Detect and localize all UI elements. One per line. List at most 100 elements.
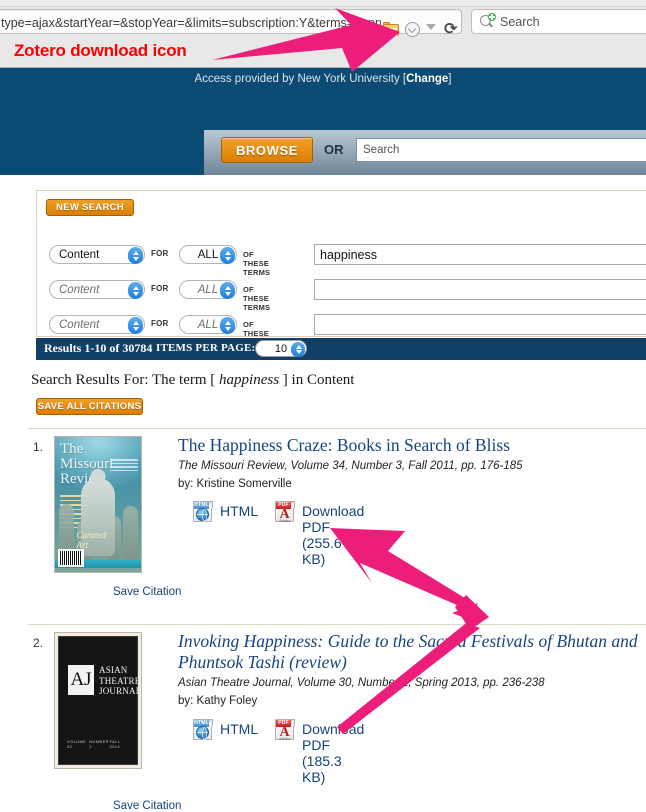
zotero-download-icon[interactable] <box>383 22 400 36</box>
results-heading-term: happiness <box>219 372 280 388</box>
save-citation-link[interactable]: Save Citation <box>113 586 181 598</box>
terms-label-2: OF THESE TERMS <box>243 285 271 312</box>
header-search-placeholder: Search <box>363 144 400 156</box>
match-select-2-value: ALL <box>197 284 219 296</box>
asian-theatre-journal-cover-art: AJ ASIAN THEATRE JOURNAL VOLUME 32 NUMBE… <box>55 633 141 768</box>
search-results-heading: Search Results For: The term [ happiness… <box>31 372 354 389</box>
field-select-1-stepper[interactable] <box>128 247 143 264</box>
result-citation: Asian Theatre Journal, Volume 30, Number… <box>178 677 545 689</box>
result-item: 2. AJ ASIAN THEATRE JOURNAL VOLUME 32 NU… <box>28 624 646 812</box>
term-input-2[interactable] <box>314 279 646 300</box>
reload-icon[interactable]: ⟳ <box>444 21 459 37</box>
advanced-search-panel: NEW SEARCH Content FOR ALL OF THESE TERM… <box>36 190 646 347</box>
items-per-page-value: 10 <box>274 343 288 355</box>
for-label-3: FOR <box>151 319 169 328</box>
field-select-2[interactable]: Content <box>49 280 145 299</box>
field-select-2-stepper[interactable] <box>128 282 143 299</box>
results-heading-prefix: Search Results For: The term [ <box>31 372 220 388</box>
missouri-review-cover-art: The Missouri Review Curated Art <box>55 437 141 572</box>
cover-monogram: AJ <box>68 665 94 695</box>
annotation-zotero-label: Zotero download icon <box>14 41 187 60</box>
match-select-3-value: ALL <box>197 319 219 331</box>
field-select-2-value: Content <box>59 284 100 296</box>
new-search-button[interactable]: NEW SEARCH <box>46 199 134 216</box>
zotero-folder-body <box>383 24 399 36</box>
items-per-page-label: ITEMS PER PAGE: <box>156 342 256 354</box>
results-bar: Results 1-10 of 30784 ITEMS PER PAGE: 10 <box>36 338 646 360</box>
result-author: by: Kathy Foley <box>178 695 258 707</box>
html-link[interactable]: HTML <box>220 721 258 737</box>
chevron-down-icon[interactable] <box>426 24 436 30</box>
result-number: 1. <box>33 440 44 454</box>
cover-sidelines <box>110 459 138 481</box>
field-select-3-value: Content <box>59 319 100 331</box>
match-select-2-stepper[interactable] <box>220 282 235 299</box>
field-select-3[interactable]: Content <box>49 315 145 334</box>
result-item: 1. The Missouri Review Curated Art The H… <box>28 428 646 624</box>
cover-barcode <box>58 549 84 567</box>
terms-label-1: OF THESE TERMS <box>243 250 271 277</box>
match-select-1-value: ALL <box>197 249 219 261</box>
browser-search-placeholder: Search <box>500 15 540 29</box>
results-heading-suffix: ] in Content <box>279 372 355 388</box>
match-select-3[interactable]: ALL <box>179 315 237 334</box>
header-search-input[interactable]: Search <box>356 138 646 162</box>
results-count: Results 1-10 of 30784 <box>44 341 153 355</box>
main-content: NEW SEARCH Content FOR ALL OF THESE TERM… <box>0 175 646 812</box>
html-link[interactable]: HTML <box>220 503 258 519</box>
cover-name-line-1: ASIAN <box>99 665 128 675</box>
download-pdf-link[interactable]: Download PDF (185.3 KB) <box>302 721 364 785</box>
cover-season: FALL 2014 <box>109 739 121 749</box>
items-per-page-select[interactable]: 10 <box>255 340 307 357</box>
for-label-2: FOR <box>151 284 169 293</box>
chrome-top-strip <box>0 0 646 7</box>
access-provided-text: Access provided by New York University [… <box>0 73 646 85</box>
field-select-1[interactable]: Content <box>49 245 145 264</box>
access-banner: Access provided by New York University [… <box>0 68 646 120</box>
html-file-icon[interactable]: HTML <box>192 499 214 523</box>
result-title-link[interactable]: The Happiness Craze: Books in Search of … <box>178 435 646 456</box>
result-number: 2. <box>33 636 44 650</box>
items-per-page-stepper[interactable] <box>291 342 305 357</box>
cover-number: NUMBER 2 <box>89 739 109 749</box>
address-bar-url: type=ajax&startYear=&stopYear=&limits=su… <box>1 16 381 30</box>
access-text-before: Access provided by New York University [ <box>194 73 407 85</box>
match-select-1-stepper[interactable] <box>220 247 235 264</box>
field-select-1-value: Content <box>59 249 100 261</box>
search-icon <box>480 13 496 29</box>
cover-name-line-3: JOURNAL <box>99 686 142 696</box>
journal-cover-thumbnail[interactable]: The Missouri Review Curated Art <box>54 436 142 573</box>
reader-mode-icon[interactable] <box>405 22 421 38</box>
save-all-citations-button[interactable]: SAVE ALL CITATIONS <box>36 398 143 415</box>
html-file-icon[interactable]: HTML <box>192 717 214 741</box>
pdf-file-icon[interactable]: PDF A Adobe <box>274 499 296 523</box>
for-label-1: FOR <box>151 249 169 258</box>
journal-cover-thumbnail[interactable]: AJ ASIAN THEATRE JOURNAL VOLUME 32 NUMBE… <box>54 632 142 769</box>
browser-search-field[interactable]: Search <box>471 9 646 34</box>
browse-button[interactable]: BROWSE <box>221 137 313 163</box>
cover-volume: VOLUME 32 <box>67 739 87 749</box>
term-input-1[interactable]: happiness <box>314 244 646 265</box>
address-bar[interactable]: type=ajax&startYear=&stopYear=&limits=su… <box>0 9 462 37</box>
result-author: by: Kristine Somerville <box>178 478 292 490</box>
field-select-3-stepper[interactable] <box>128 317 143 334</box>
cover-script-text: Curated Art <box>76 530 107 550</box>
browse-or-label: OR <box>324 142 344 157</box>
pdf-file-icon[interactable]: PDF A Adobe <box>274 717 296 741</box>
match-select-3-stepper[interactable] <box>220 317 235 334</box>
reader-shield-shape <box>405 22 420 37</box>
download-pdf-link[interactable]: Download PDF (255.6 KB) <box>302 503 364 567</box>
cover-journal-name: ASIAN THEATRE JOURNAL <box>99 665 142 697</box>
cover-inner-frame: AJ ASIAN THEATRE JOURNAL VOLUME 32 NUMBE… <box>58 636 141 765</box>
change-access-link[interactable]: Change <box>406 73 448 85</box>
cover-issue-footer: VOLUME 32 NUMBER 2 FALL 2014 <box>67 739 129 749</box>
save-citation-link[interactable]: Save Citation <box>113 800 181 812</box>
reader-chevron-shape <box>408 25 417 34</box>
term-input-3[interactable] <box>314 314 646 335</box>
access-text-after: ] <box>448 73 452 85</box>
match-select-2[interactable]: ALL <box>179 280 237 299</box>
result-title-link[interactable]: Invoking Happiness: Guide to the Sacred … <box>178 631 646 673</box>
term-input-1-value: happiness <box>320 248 377 262</box>
match-select-1[interactable]: ALL <box>179 245 237 264</box>
cover-name-line-2: THEATRE <box>99 675 141 686</box>
